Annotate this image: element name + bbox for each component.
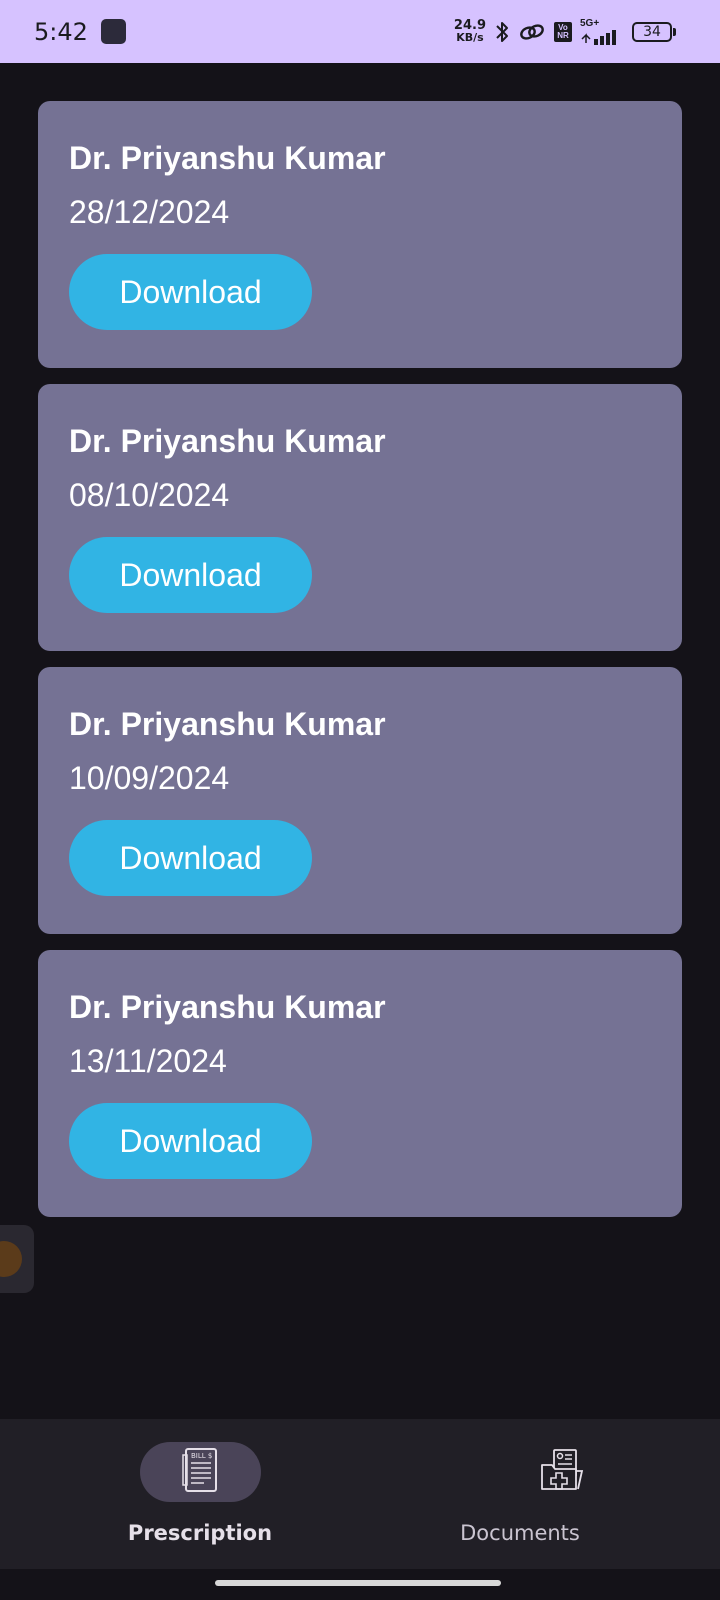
doctor-name: Dr. Priyanshu Kumar bbox=[69, 140, 386, 176]
signal-icon: 5G+ bbox=[580, 17, 624, 45]
status-bar: 5:42 24.9 KB/s Vo NR 5G+ 34 bbox=[0, 0, 720, 63]
network-speed: 24.9 KB/s bbox=[453, 17, 486, 44]
floating-bubble-icon bbox=[0, 1241, 22, 1277]
network-type: 5G+ bbox=[580, 17, 600, 29]
gesture-area bbox=[0, 1569, 720, 1600]
prescription-card: Dr. Priyanshu Kumar 28/12/2024 Download bbox=[38, 101, 682, 368]
nav-item-prescription[interactable]: BILL $ Prescription bbox=[0, 1419, 360, 1569]
status-time: 5:42 bbox=[34, 17, 88, 46]
nav-icon-container bbox=[500, 1442, 621, 1502]
svg-text:BILL $: BILL $ bbox=[191, 1452, 212, 1460]
nav-label-prescription: Prescription bbox=[127, 1521, 273, 1545]
download-button[interactable]: Download bbox=[69, 537, 312, 613]
prescription-card: Dr. Priyanshu Kumar 10/09/2024 Download bbox=[38, 667, 682, 934]
doctor-name: Dr. Priyanshu Kumar bbox=[69, 706, 386, 742]
prescription-date: 08/10/2024 bbox=[69, 477, 230, 513]
link-icon bbox=[518, 21, 546, 43]
prescription-date: 28/12/2024 bbox=[69, 194, 230, 230]
download-button[interactable]: Download bbox=[69, 820, 312, 896]
medical-folder-icon bbox=[538, 1447, 584, 1498]
nav-label-documents: Documents bbox=[460, 1521, 580, 1545]
bottom-navigation: BILL $ Prescription Documents bbox=[0, 1419, 720, 1569]
bluetooth-icon bbox=[494, 20, 510, 44]
app-icon bbox=[100, 19, 126, 44]
nav-active-indicator: BILL $ bbox=[140, 1442, 261, 1502]
nav-item-documents[interactable]: Documents bbox=[360, 1419, 720, 1569]
floating-bubble-handle[interactable] bbox=[0, 1225, 34, 1293]
battery-tip bbox=[673, 27, 676, 36]
volte-bottom-text: NR bbox=[557, 30, 569, 40]
prescription-card: Dr. Priyanshu Kumar 08/10/2024 Download bbox=[38, 384, 682, 651]
download-button[interactable]: Download bbox=[69, 254, 312, 330]
home-gesture-bar[interactable] bbox=[215, 1580, 501, 1586]
prescription-date: 10/09/2024 bbox=[69, 760, 230, 796]
bill-icon: BILL $ bbox=[181, 1447, 220, 1498]
app-screen: 5:42 24.9 KB/s Vo NR 5G+ 34 Dr. Priyansh… bbox=[0, 0, 720, 1600]
network-speed-unit: KB/s bbox=[456, 30, 484, 44]
prescription-date: 13/11/2024 bbox=[69, 1043, 227, 1079]
status-icons: 24.9 KB/s Vo NR 5G+ 34 bbox=[454, 0, 676, 63]
battery-level: 34 bbox=[632, 21, 672, 42]
doctor-name: Dr. Priyanshu Kumar bbox=[69, 989, 386, 1025]
prescription-card: Dr. Priyanshu Kumar 13/11/2024 Download bbox=[38, 950, 682, 1217]
network-speed-value: 24.9 bbox=[453, 17, 486, 33]
battery-icon: 34 bbox=[632, 21, 676, 42]
prescription-list: Dr. Priyanshu Kumar 28/12/2024 Download … bbox=[38, 101, 682, 1233]
doctor-name: Dr. Priyanshu Kumar bbox=[69, 423, 386, 459]
volte-icon: Vo NR bbox=[554, 21, 572, 42]
download-button[interactable]: Download bbox=[69, 1103, 312, 1179]
